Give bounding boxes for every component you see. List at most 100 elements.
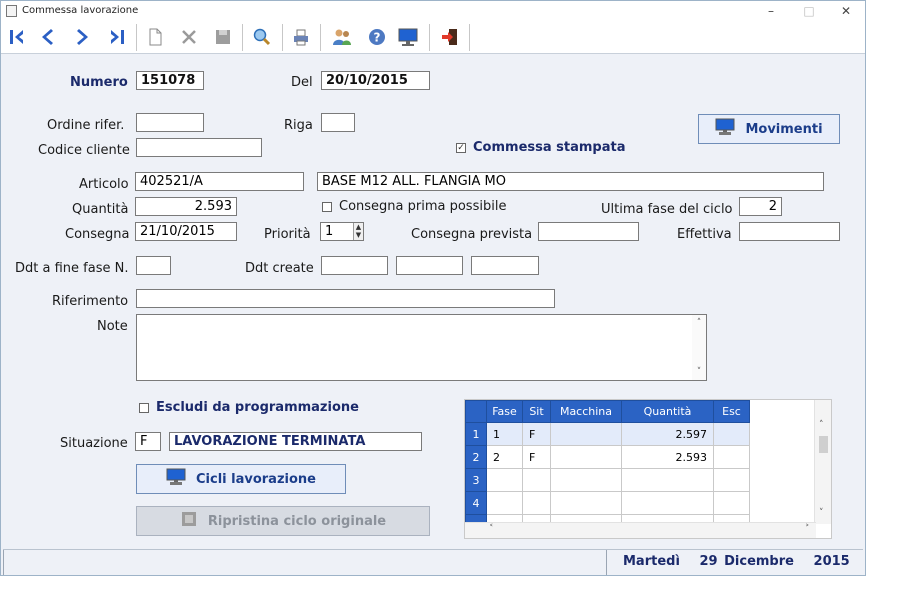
chevron-up-icon[interactable]: ˄: [692, 316, 706, 330]
table-row[interactable]: 1 1 F 2.597: [465, 422, 750, 446]
new-document-icon[interactable]: [142, 24, 168, 50]
effettiva-field[interactable]: [739, 222, 840, 241]
exit-icon[interactable]: [437, 24, 463, 50]
situazione-description-field[interactable]: LAVORAZIONE TERMINATA: [169, 432, 422, 451]
print-icon[interactable]: [288, 24, 314, 50]
table-row[interactable]: 4: [465, 491, 750, 515]
cell-macchina[interactable]: [550, 445, 622, 469]
numero-label: Numero: [70, 75, 128, 90]
search-icon[interactable]: [249, 24, 275, 50]
help-icon[interactable]: ?: [364, 24, 390, 50]
cell-quantita[interactable]: 2.593: [621, 445, 714, 469]
column-header-fase[interactable]: Fase: [486, 400, 523, 423]
commessa-stampata-checkbox[interactable]: ✓ Commessa stampata: [456, 140, 626, 155]
quantita-field[interactable]: 2.593: [135, 197, 237, 216]
table-row[interactable]: 3: [465, 468, 750, 492]
note-scrollbar[interactable]: ˄ ˅: [692, 315, 706, 380]
cell-esc[interactable]: [713, 468, 750, 492]
phases-grid[interactable]: Fase Sit Macchina Quantità Esc 1 1 F 2.5…: [464, 399, 832, 539]
ddt-create-field-3[interactable]: [471, 256, 539, 275]
monitor-icon[interactable]: [395, 24, 421, 50]
quantita-label: Quantità: [72, 202, 129, 217]
minimize-button[interactable]: –: [759, 3, 783, 19]
cell-sit[interactable]: [522, 468, 551, 492]
cell-esc[interactable]: [713, 491, 750, 515]
toolbar-separator: [320, 24, 321, 51]
users-icon[interactable]: [329, 24, 355, 50]
row-header[interactable]: 2: [465, 445, 487, 469]
cell-sit[interactable]: F: [522, 422, 551, 446]
movimenti-button[interactable]: Movimenti: [698, 114, 840, 144]
priorita-label: Priorità: [264, 227, 311, 242]
cell-quantita[interactable]: [621, 491, 714, 515]
cell-fase[interactable]: 2: [486, 445, 523, 469]
column-header-esc[interactable]: Esc: [713, 400, 750, 423]
table-row[interactable]: 2 2 F 2.593: [465, 445, 750, 469]
codice-cliente-field[interactable]: [136, 138, 262, 157]
chevron-down-icon[interactable]: ˅: [692, 365, 706, 379]
articolo-description-field[interactable]: BASE M12 ALL. FLANGIA MO: [317, 172, 824, 191]
first-record-icon[interactable]: [4, 24, 30, 50]
scrollbar-thumb[interactable]: [819, 436, 828, 453]
row-header[interactable]: 3: [465, 468, 487, 492]
grid-horizontal-scrollbar[interactable]: ˂ ˃: [465, 522, 816, 538]
ultima-fase-field[interactable]: 2: [739, 197, 782, 216]
consegna-prima-possibile-checkbox[interactable]: Consegna prima possibile: [322, 199, 506, 214]
previous-record-icon[interactable]: [34, 24, 60, 50]
cell-esc[interactable]: [713, 445, 750, 469]
cell-fase[interactable]: [486, 468, 523, 492]
riferimento-field[interactable]: [136, 289, 555, 308]
articolo-code-field[interactable]: 402521/A: [135, 172, 304, 191]
del-date-field[interactable]: 20/10/2015: [321, 71, 430, 90]
last-record-icon[interactable]: [104, 24, 130, 50]
cell-sit[interactable]: [522, 491, 551, 515]
situazione-code-field[interactable]: F: [135, 432, 161, 451]
ultima-fase-label: Ultima fase del ciclo: [601, 202, 733, 217]
cell-macchina[interactable]: [550, 491, 622, 515]
checkbox-unchecked-icon: [139, 402, 149, 413]
next-record-icon[interactable]: [70, 24, 96, 50]
grid-vertical-scrollbar[interactable]: ˄ ˅: [814, 400, 831, 524]
ddt-fine-fase-label: Ddt a fine fase N.: [15, 261, 129, 276]
cell-quantita[interactable]: [621, 468, 714, 492]
note-textarea[interactable]: ˄ ˅: [136, 314, 707, 381]
delete-icon[interactable]: [176, 24, 202, 50]
ddt-create-field-2[interactable]: [396, 256, 463, 275]
consegna-date-field[interactable]: 21/10/2015: [135, 222, 237, 241]
close-button[interactable]: ✕: [834, 3, 858, 19]
cell-quantita[interactable]: 2.597: [621, 422, 714, 446]
riga-field[interactable]: [321, 113, 355, 132]
cell-sit[interactable]: F: [522, 445, 551, 469]
spinner-arrows-icon[interactable]: ▲ ▼: [353, 223, 363, 240]
cell-fase[interactable]: 1: [486, 422, 523, 446]
chevron-right-icon[interactable]: ˃: [805, 524, 810, 534]
column-header-sit[interactable]: Sit: [522, 400, 551, 423]
title-bar: Commessa lavorazione – □ ✕: [1, 1, 865, 21]
cell-esc[interactable]: [713, 422, 750, 446]
status-date: Martedì 29 Dicembre 2015: [623, 554, 850, 569]
numero-field[interactable]: 151078: [136, 71, 204, 90]
column-header-macchina[interactable]: Macchina: [550, 400, 622, 423]
row-header[interactable]: 4: [465, 491, 487, 515]
column-header-quantita[interactable]: Quantità: [621, 400, 714, 423]
consegna-prevista-field[interactable]: [538, 222, 639, 241]
ddt-fine-fase-field[interactable]: [136, 256, 171, 275]
save-icon[interactable]: [210, 24, 236, 50]
cell-macchina[interactable]: [550, 468, 622, 492]
checkbox-unchecked-icon: [322, 201, 332, 212]
cicli-lavorazione-button[interactable]: Cicli lavorazione: [136, 464, 346, 494]
chevron-left-icon[interactable]: ˂: [489, 524, 494, 534]
chevron-up-icon[interactable]: ˄: [819, 420, 824, 430]
chevron-down-icon[interactable]: ˅: [819, 508, 824, 518]
ordine-field[interactable]: [136, 113, 204, 132]
row-header[interactable]: 1: [465, 422, 487, 446]
cell-fase[interactable]: [486, 491, 523, 515]
ripristina-ciclo-button[interactable]: Ripristina ciclo originale: [136, 506, 430, 536]
priorita-spinner[interactable]: 1 ▲ ▼: [320, 222, 364, 241]
escludi-programmazione-checkbox[interactable]: Escludi da programmazione: [139, 400, 359, 415]
svg-text:?: ?: [374, 31, 381, 45]
cell-macchina[interactable]: [550, 422, 622, 446]
maximize-button[interactable]: □: [797, 3, 821, 19]
monitor-icon: [166, 468, 186, 490]
ddt-create-field-1[interactable]: [321, 256, 388, 275]
